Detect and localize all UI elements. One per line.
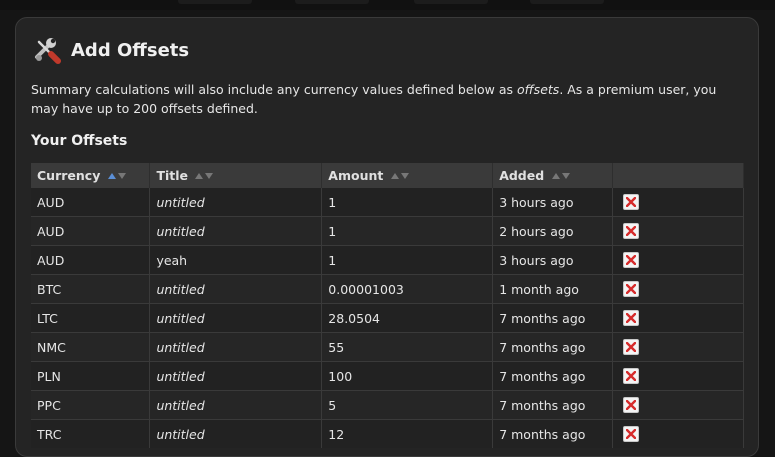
amount-cell: 28.0504 xyxy=(321,303,494,333)
title-cell: untitled xyxy=(149,303,323,333)
add-offsets-panel: Add Offsets Summary calculations will al… xyxy=(15,17,759,457)
intro-text: Summary calculations will also include a… xyxy=(31,80,747,118)
added-cell: 7 months ago xyxy=(492,332,614,362)
delete-icon[interactable] xyxy=(623,426,640,443)
sort-arrows-icon[interactable] xyxy=(194,172,214,180)
amount-cell: 1 xyxy=(321,245,494,275)
added-cell: 3 hours ago xyxy=(492,187,614,217)
table-row: AUD yeah 1 3 hours ago xyxy=(31,245,744,275)
currency-cell: LTC xyxy=(31,303,151,333)
amount-cell: 100 xyxy=(321,361,494,391)
nav-tab[interactable] xyxy=(178,0,252,4)
added-cell: 7 months ago xyxy=(492,303,614,333)
delete-icon[interactable] xyxy=(623,397,640,414)
actions-cell xyxy=(612,245,744,275)
column-label: Added xyxy=(499,167,545,183)
title-cell: untitled xyxy=(149,274,323,304)
currency-cell: AUD xyxy=(31,245,151,275)
delete-icon[interactable] xyxy=(623,252,640,269)
column-header-added[interactable]: Added xyxy=(492,163,614,188)
currency-cell: AUD xyxy=(31,216,151,246)
column-header-amount[interactable]: Amount xyxy=(321,163,494,188)
actions-cell xyxy=(612,187,744,217)
top-nav-bar xyxy=(0,0,775,10)
amount-cell: 1 xyxy=(321,187,494,217)
added-cell: 2 hours ago xyxy=(492,216,614,246)
column-header-title[interactable]: Title xyxy=(149,163,323,188)
nav-tab[interactable] xyxy=(295,0,369,4)
added-cell: 3 hours ago xyxy=(492,245,614,275)
column-header-actions xyxy=(612,163,744,188)
nav-tab[interactable] xyxy=(414,0,488,4)
intro-text-emphasis: offsets xyxy=(517,82,560,97)
currency-cell: AUD xyxy=(31,187,151,217)
actions-cell xyxy=(612,303,744,333)
delete-icon[interactable] xyxy=(623,339,640,356)
page-title: Add Offsets xyxy=(71,39,190,61)
table-header-row: Currency Title Amount Added xyxy=(31,163,744,188)
currency-cell: BTC xyxy=(31,274,151,304)
title-cell: untitled xyxy=(149,361,323,391)
panel-header: Add Offsets xyxy=(32,35,189,65)
column-label: Title xyxy=(156,167,188,183)
title-cell: untitled xyxy=(149,216,323,246)
actions-cell xyxy=(612,274,744,304)
amount-cell: 55 xyxy=(321,332,494,362)
table-row: PLN untitled 100 7 months ago xyxy=(31,361,744,391)
actions-cell xyxy=(612,361,744,391)
title-cell: untitled xyxy=(149,187,323,217)
amount-cell: 5 xyxy=(321,390,494,420)
currency-cell: PLN xyxy=(31,361,151,391)
amount-cell: 1 xyxy=(321,216,494,246)
table-row: LTC untitled 28.0504 7 months ago xyxy=(31,303,744,333)
sort-arrows-icon[interactable] xyxy=(390,172,410,180)
section-heading: Your Offsets xyxy=(31,133,128,149)
nav-tab[interactable] xyxy=(530,0,604,4)
added-cell: 7 months ago xyxy=(492,361,614,391)
actions-cell xyxy=(612,216,744,246)
amount-cell: 0.00001003 xyxy=(321,274,494,304)
added-cell: 1 month ago xyxy=(492,274,614,304)
delete-icon[interactable] xyxy=(623,368,640,385)
delete-icon[interactable] xyxy=(623,281,640,298)
delete-icon[interactable] xyxy=(623,223,640,240)
intro-text-start: Summary calculations will also include a… xyxy=(31,82,518,97)
table-row: NMC untitled 55 7 months ago xyxy=(31,332,744,362)
delete-icon[interactable] xyxy=(623,194,640,211)
column-label: Currency xyxy=(37,167,101,183)
table-row: AUD untitled 1 2 hours ago xyxy=(31,216,744,246)
added-cell: 7 months ago xyxy=(492,390,614,420)
actions-cell xyxy=(612,390,744,420)
title-cell: untitled xyxy=(149,390,323,420)
title-cell: untitled xyxy=(149,332,323,362)
sort-arrows-icon[interactable] xyxy=(107,172,127,180)
title-cell: yeah xyxy=(149,245,323,275)
table-row: PPC untitled 5 7 months ago xyxy=(31,390,744,420)
delete-icon[interactable] xyxy=(623,310,640,327)
column-header-currency[interactable]: Currency xyxy=(31,163,151,188)
currency-cell: PPC xyxy=(31,390,151,420)
sort-arrows-icon[interactable] xyxy=(551,172,571,180)
actions-cell xyxy=(612,332,744,362)
table-row: BTC untitled 0.00001003 1 month ago xyxy=(31,274,744,304)
column-label: Amount xyxy=(328,167,384,183)
offsets-table: Currency Title Amount Added AUD untitled… xyxy=(31,163,744,448)
table-row: AUD untitled 1 3 hours ago xyxy=(31,187,744,217)
tools-icon xyxy=(32,35,62,65)
currency-cell: NMC xyxy=(31,332,151,362)
